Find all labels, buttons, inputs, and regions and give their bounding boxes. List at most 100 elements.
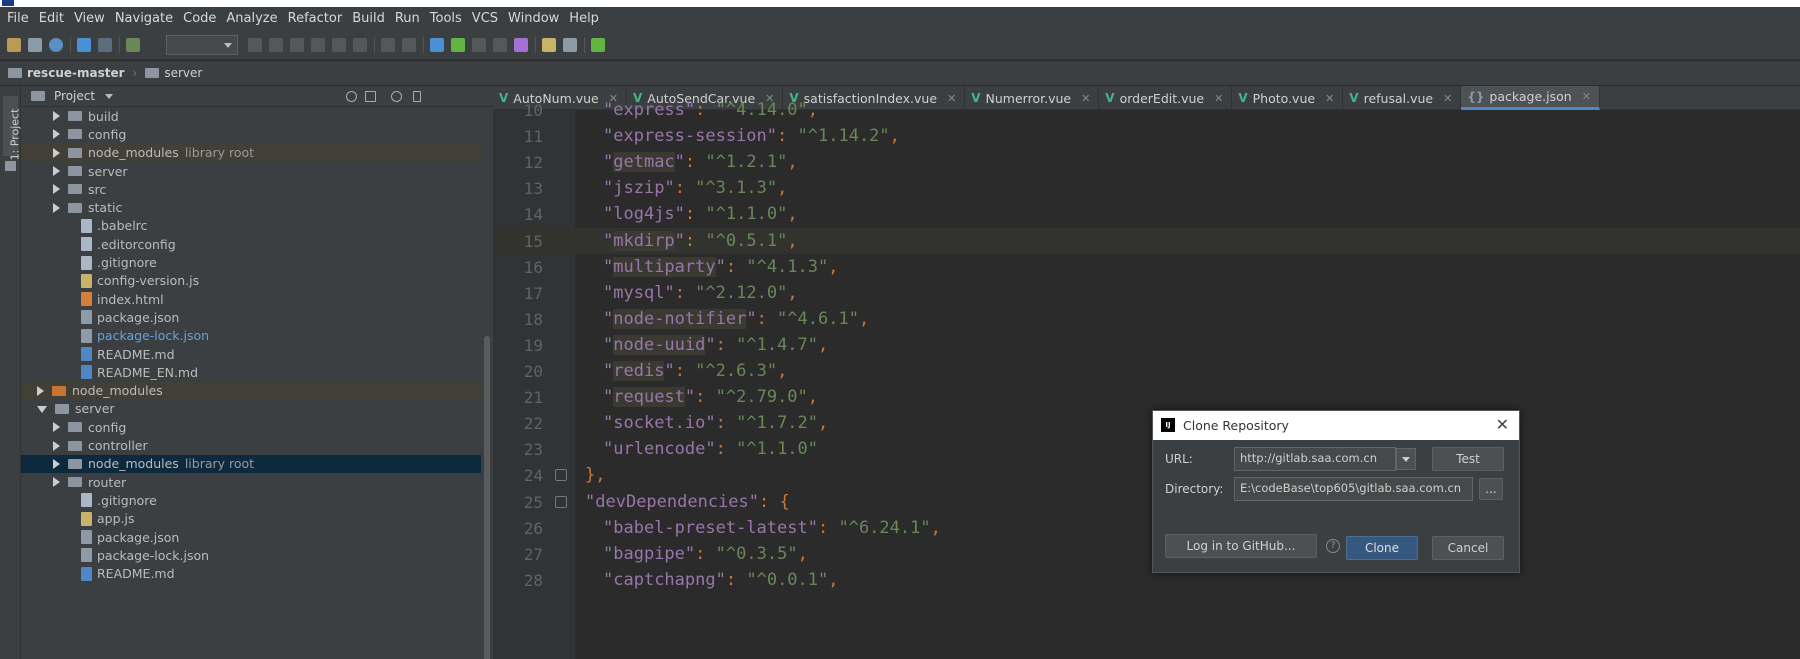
project-tool-button[interactable]: 1: Project [3, 96, 21, 160]
chevron-right-icon[interactable] [53, 440, 60, 451]
tree-folder-item[interactable]: server [21, 162, 481, 180]
menu-tools[interactable]: Tools [425, 11, 467, 26]
chevron-right-icon[interactable] [53, 458, 60, 469]
browse-button[interactable]: ... [1479, 478, 1503, 500]
locate-icon[interactable] [346, 91, 357, 102]
collapse-all-icon[interactable] [365, 91, 376, 102]
tree-file-item[interactable]: config-version.js [21, 272, 481, 290]
tree-file-item[interactable]: .editorconfig [21, 235, 481, 253]
tree-file-item[interactable]: package-lock.json [21, 546, 481, 564]
back-arrow-icon[interactable] [77, 38, 91, 52]
menu-refactor[interactable]: Refactor [283, 11, 348, 26]
tree-file-item[interactable]: .gitignore [21, 491, 481, 509]
tree-file-item[interactable]: .babelrc [21, 217, 481, 235]
project-scrollbar[interactable] [484, 336, 490, 659]
code-line[interactable]: 21 "request": "^2.79.0", [493, 384, 1800, 410]
tree-folder-item[interactable]: router [21, 473, 481, 491]
download-icon[interactable] [402, 38, 416, 52]
forward-arrow-icon[interactable] [98, 38, 112, 52]
tree-folder-item[interactable]: config [21, 418, 481, 436]
code-line[interactable]: 11 "express-session": "^1.14.2", [493, 123, 1800, 149]
code-line[interactable]: 27 "bagpipe": "^0.3.5", [493, 541, 1800, 567]
coverage-icon[interactable] [290, 38, 304, 52]
settings-icon[interactable] [542, 38, 556, 52]
code-line[interactable]: 16 "multiparty": "^4.1.3", [493, 254, 1800, 280]
log-in-to-github-button[interactable]: Log in to GitHub... [1165, 534, 1317, 558]
tree-folder-item[interactable]: src [21, 180, 481, 198]
sync-icon[interactable] [49, 38, 63, 52]
menu-window[interactable]: Window [503, 11, 564, 26]
fold-marker-icon[interactable] [555, 469, 567, 482]
run-config-dropdown[interactable] [166, 35, 238, 55]
url-input[interactable]: http://gitlab.saa.com.cn [1234, 447, 1396, 471]
tree-file-item[interactable]: package.json [21, 308, 481, 326]
menu-file[interactable]: File [2, 11, 34, 26]
code-line[interactable]: 25 "devDependencies": { [493, 489, 1800, 515]
tree-file-item[interactable]: README_EN.md [21, 363, 481, 381]
chevron-right-icon[interactable] [53, 202, 60, 213]
menu-vcs[interactable]: VCS [467, 11, 503, 26]
chevron-right-icon[interactable] [53, 422, 60, 433]
code-line[interactable]: 14 "log4js": "^1.1.0", [493, 201, 1800, 227]
debug-icon[interactable] [269, 38, 283, 52]
chevron-right-icon[interactable] [53, 147, 60, 158]
structure-tool-icon[interactable] [5, 161, 16, 171]
tree-file-item[interactable]: app.js [21, 510, 481, 528]
tree-folder-item[interactable]: controller [21, 436, 481, 454]
tree-file-item[interactable]: .gitignore [21, 253, 481, 271]
code-line[interactable]: 28 "captchapng": "^0.0.1", [493, 567, 1800, 593]
chevron-right-icon[interactable] [53, 111, 60, 122]
tree-folder-item[interactable]: node_modules library root [21, 454, 481, 473]
chevron-right-icon[interactable] [53, 477, 60, 488]
menu-navigate[interactable]: Navigate [110, 11, 178, 26]
vcs-revert-icon[interactable] [514, 38, 528, 52]
vcs-compare-icon[interactable] [472, 38, 486, 52]
profile-icon[interactable] [311, 38, 325, 52]
code-line[interactable]: 18 "node-notifier": "^4.6.1", [493, 306, 1800, 332]
attach-icon[interactable] [332, 38, 346, 52]
run-icon[interactable] [248, 38, 262, 52]
code-line[interactable]: 26 "babel-preset-latest": "^6.24.1", [493, 515, 1800, 541]
test-button[interactable]: Test [1432, 447, 1504, 471]
stop-icon[interactable] [353, 38, 367, 52]
code-line[interactable]: 19 "node-uuid": "^1.4.7", [493, 332, 1800, 358]
tree-folder-item[interactable]: static [21, 199, 481, 217]
open-folder-icon[interactable] [7, 38, 21, 52]
chevron-right-icon[interactable] [53, 166, 60, 177]
menu-run[interactable]: Run [390, 11, 425, 26]
chevron-right-icon[interactable] [37, 385, 44, 396]
chevron-right-icon[interactable] [53, 184, 60, 195]
menu-edit[interactable]: Edit [34, 11, 69, 26]
breadcrumb-server[interactable]: server [145, 66, 202, 80]
clone-button[interactable]: Clone [1346, 536, 1418, 560]
directory-input[interactable]: E:\codeBase\top605\gitlab.saa.com.cn [1234, 477, 1473, 501]
menu-analyze[interactable]: Analyze [221, 11, 282, 26]
tree-folder-item[interactable]: build [21, 107, 481, 125]
help-icon[interactable]: ? [1326, 539, 1340, 553]
vcs-history-icon[interactable] [493, 38, 507, 52]
code-line[interactable]: 22 "socket.io": "^1.7.2", [493, 410, 1800, 436]
tree-folder-item[interactable]: node_modules [21, 381, 481, 400]
terminal-icon[interactable] [591, 38, 605, 52]
tree-folder-item[interactable]: config [21, 125, 481, 143]
close-icon[interactable]: ✕ [1496, 415, 1509, 434]
tree-file-item[interactable]: package.json [21, 528, 481, 546]
code-view[interactable]: 10 "express": "^4.14.0", 11 "express-sessio… [493, 100, 1800, 659]
project-structure-icon[interactable] [381, 38, 395, 52]
tree-file-item[interactable]: README.md [21, 565, 481, 583]
vcs-commit-icon[interactable] [451, 38, 465, 52]
code-line[interactable]: 23 "urlencode": "^1.1.0" [493, 436, 1800, 462]
menu-help[interactable]: Help [564, 11, 604, 26]
tree-folder-item[interactable]: server [21, 400, 481, 418]
code-line[interactable]: 13 "jszip": "^3.1.3", [493, 175, 1800, 201]
fold-marker-icon[interactable] [555, 495, 567, 508]
menu-view[interactable]: View [69, 11, 110, 26]
vcs-update-icon[interactable] [430, 38, 444, 52]
gear-icon[interactable] [391, 91, 402, 102]
code-line[interactable]: 10 "express": "^4.14.0", [493, 97, 1800, 123]
tree-file-item[interactable]: index.html [21, 290, 481, 308]
menu-code[interactable]: Code [178, 11, 221, 26]
tree-file-item[interactable]: README.md [21, 345, 481, 363]
save-icon[interactable] [28, 38, 42, 52]
structure-icon[interactable] [563, 38, 577, 52]
